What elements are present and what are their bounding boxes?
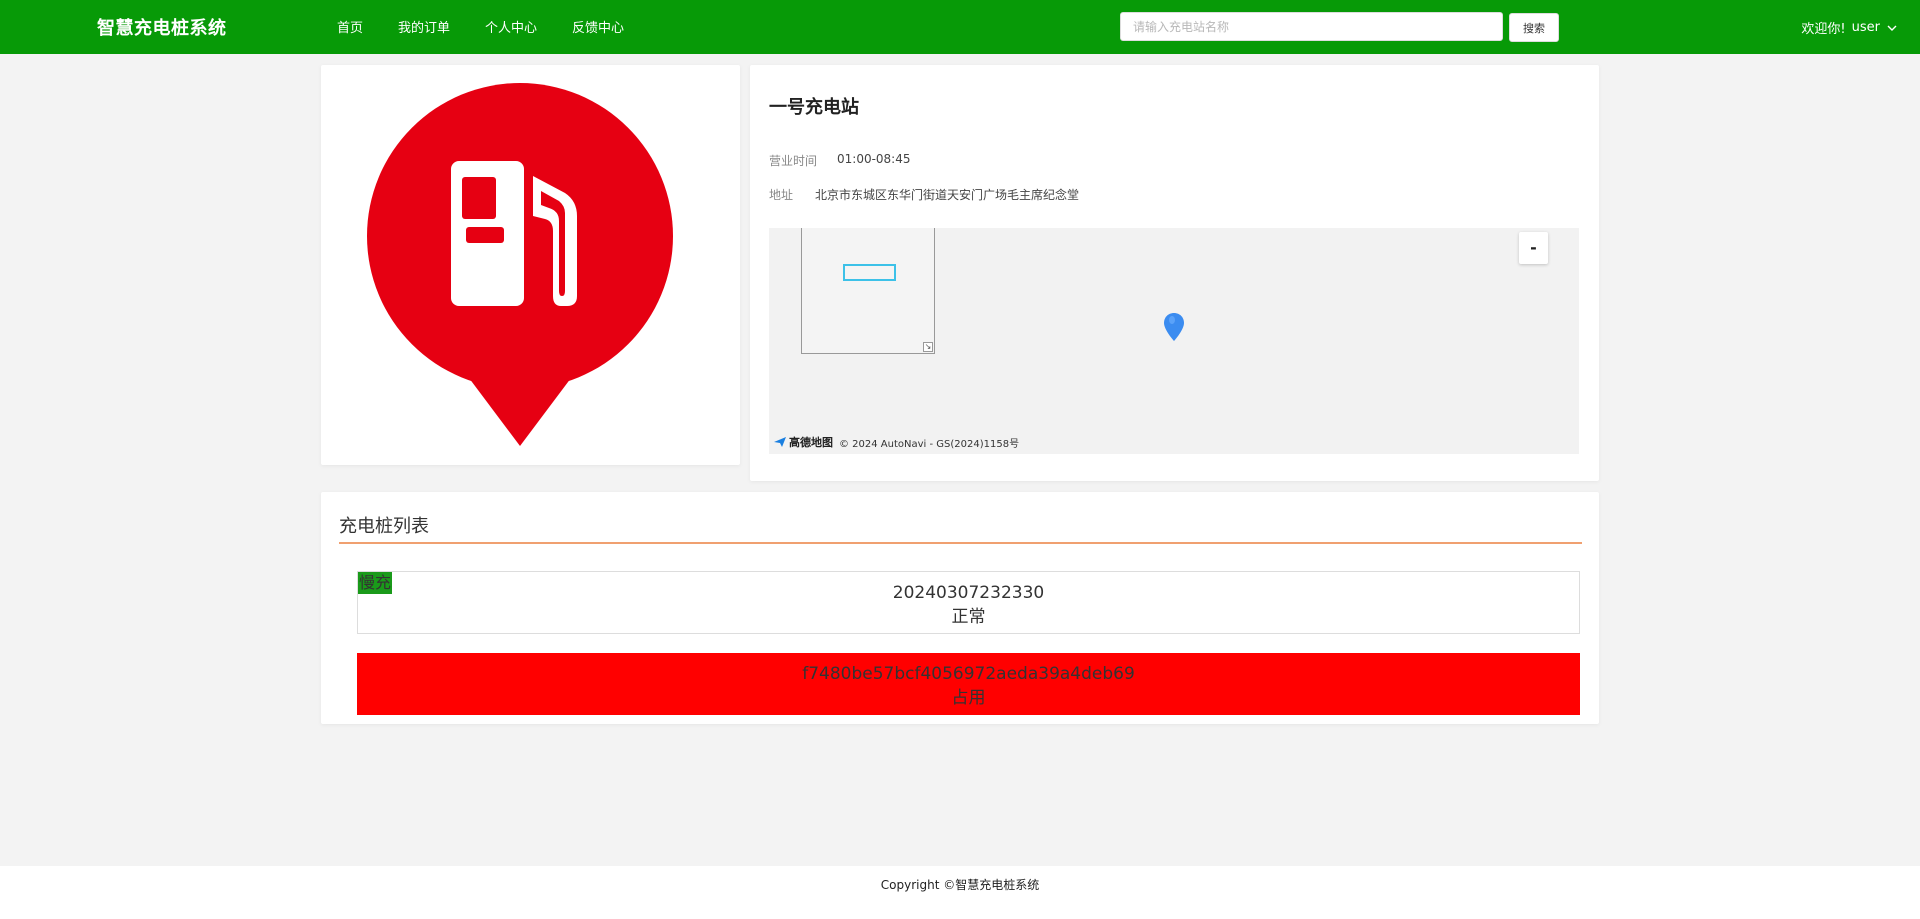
fuel-station-icon	[367, 83, 673, 446]
station-info-card: 一号充电站 营业时间 01:00-08:45 地址 北京市东城区东华门街道天安门…	[750, 65, 1599, 481]
footer-copyright: Copyright ©智慧充电桩系统	[880, 878, 1040, 892]
address-value: 北京市东城区东华门街道天安门广场毛主席纪念堂	[815, 188, 1080, 202]
business-hours-row: 营业时间 01:00-08:45	[769, 152, 911, 169]
top-navbar: 智慧充电桩系统 首页 我的订单 个人中心 反馈中心 搜索 欢迎你! user	[0, 0, 1920, 54]
overview-resize-handle[interactable]: ↘	[923, 342, 933, 352]
chevron-down-icon	[1887, 25, 1897, 31]
map-overview[interactable]: ↘	[801, 228, 935, 354]
map-view[interactable]: ↘ - 高德地图 © 2024 AutoNavi - GS(2024)1158号	[769, 228, 1579, 454]
overview-viewport-box[interactable]	[843, 264, 896, 281]
map-copyright: © 2024 AutoNavi - GS(2024)1158号	[839, 438, 1020, 450]
pile-status: 占用	[951, 688, 986, 708]
pile-code: f7480be57bcf4056972aeda39a4deb69	[802, 664, 1135, 684]
business-hours-label: 营业时间	[769, 154, 818, 168]
amap-arrow-icon	[774, 437, 786, 447]
pile-list-title: 充电桩列表	[339, 516, 429, 537]
business-hours-value: 01:00-08:45	[837, 152, 911, 166]
nav-item-home[interactable]: 首页	[337, 17, 363, 36]
station-name: 一号充电站	[769, 97, 859, 118]
amap-logo: 高德地图	[773, 434, 833, 450]
nav-item-personal-center[interactable]: 个人中心	[485, 17, 537, 36]
username: user	[1851, 20, 1880, 35]
pile-type-tag: 慢充	[358, 572, 393, 594]
nav-item-feedback-center[interactable]: 反馈中心	[572, 17, 624, 36]
amap-logo-text: 高德地图	[789, 436, 833, 449]
user-menu[interactable]: 欢迎你! user	[1801, 18, 1898, 37]
search-input[interactable]	[1120, 12, 1503, 41]
brand-title[interactable]: 智慧充电桩系统	[97, 14, 227, 40]
charging-pile-list-card: 充电桩列表 慢充 20240307232330 正常 f7480be57bcf4…	[321, 492, 1599, 724]
nav-item-my-orders[interactable]: 我的订单	[398, 17, 450, 36]
pile-item[interactable]: f7480be57bcf4056972aeda39a4deb69 占用	[357, 653, 1580, 715]
station-image-card	[321, 65, 740, 465]
pile-status: 正常	[951, 607, 986, 627]
map-attribution: 高德地图 © 2024 AutoNavi - GS(2024)1158号	[773, 434, 1019, 450]
address-row: 地址 北京市东城区东华门街道天安门广场毛主席纪念堂	[769, 186, 1079, 203]
title-divider	[339, 542, 1582, 544]
footer: Copyright ©智慧充电桩系统	[0, 866, 1920, 919]
pile-code: 20240307232330	[892, 583, 1045, 603]
pile-item[interactable]: 慢充 20240307232330 正常	[357, 571, 1580, 634]
welcome-text: 欢迎你!	[1801, 22, 1846, 37]
location-pin-icon[interactable]	[1163, 312, 1185, 342]
main-nav: 首页 我的订单 个人中心 反馈中心	[337, 17, 659, 36]
address-label: 地址	[769, 188, 794, 202]
zoom-out-button[interactable]: -	[1519, 232, 1548, 264]
search-button[interactable]: 搜索	[1509, 13, 1559, 42]
